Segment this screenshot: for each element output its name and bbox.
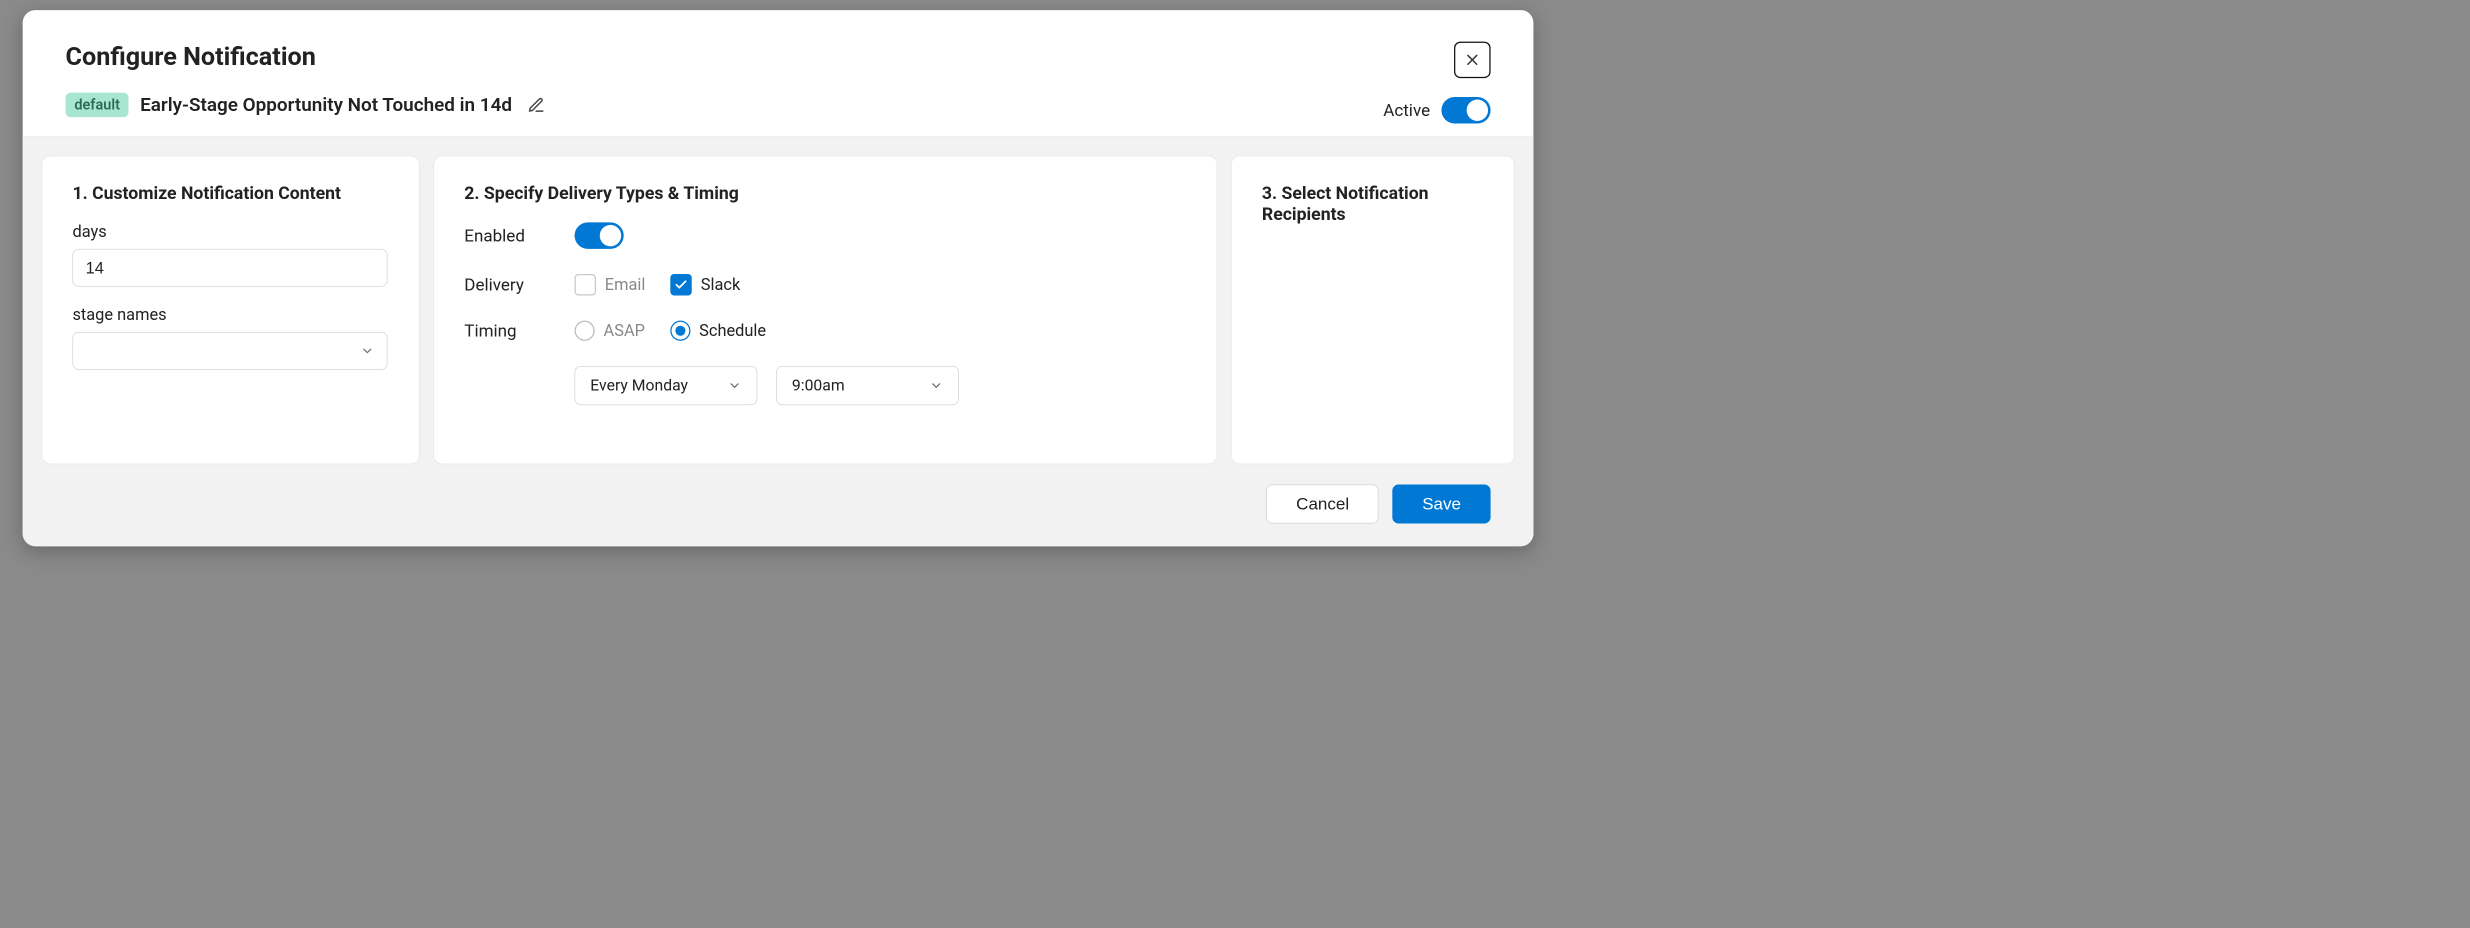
- check-icon: [674, 278, 688, 292]
- asap-label: ASAP: [604, 321, 645, 340]
- save-button[interactable]: Save: [1393, 484, 1491, 523]
- panel1-heading: 1. Customize Notification Content: [72, 183, 388, 204]
- modal-header: Configure Notification default Early-Sta…: [23, 10, 1534, 137]
- timing-asap-option[interactable]: ASAP: [575, 321, 645, 341]
- enabled-label: Enabled: [464, 226, 574, 246]
- enabled-row: Enabled: [464, 222, 1186, 248]
- modal-footer: Cancel Save: [1267, 484, 1491, 523]
- delivery-options: Email Slack: [575, 274, 741, 295]
- timing-schedule-option[interactable]: Schedule: [670, 321, 766, 341]
- timing-options: ASAP Schedule: [575, 321, 767, 341]
- stagenames-select[interactable]: [72, 332, 387, 370]
- active-label: Active: [1383, 100, 1430, 120]
- chevron-down-icon: [728, 379, 742, 393]
- notification-name: Early-Stage Opportunity Not Touched in 1…: [140, 94, 512, 116]
- panel-recipients: 3. Select Notification Recipients: [1231, 156, 1515, 465]
- delivery-email-option: Email: [575, 274, 646, 295]
- panel-customize-content: 1. Customize Notification Content days s…: [42, 156, 420, 465]
- schedule-dropdowns: Every Monday 9:00am: [575, 366, 1187, 405]
- schedule-day-value: Every Monday: [590, 376, 688, 394]
- pencil-icon[interactable]: [527, 96, 545, 114]
- schedule-day-dropdown[interactable]: Every Monday: [575, 366, 758, 405]
- delivery-slack-option: Slack: [671, 274, 741, 295]
- timing-label: Timing: [464, 321, 574, 341]
- close-button[interactable]: [1454, 42, 1491, 79]
- timing-row: Timing ASAP Schedule: [464, 321, 1186, 341]
- default-badge: default: [66, 93, 129, 118]
- email-checkbox[interactable]: [575, 274, 596, 295]
- schedule-time-dropdown[interactable]: 9:00am: [776, 366, 959, 405]
- cancel-button[interactable]: Cancel: [1267, 484, 1379, 523]
- chevron-down-icon: [929, 379, 943, 393]
- slack-label: Slack: [701, 275, 741, 294]
- configure-notification-modal: Configure Notification default Early-Sta…: [23, 10, 1534, 546]
- email-label: Email: [605, 275, 646, 294]
- schedule-label: Schedule: [699, 321, 766, 340]
- delivery-label: Delivery: [464, 275, 574, 295]
- schedule-time-value: 9:00am: [792, 376, 845, 394]
- panel3-heading: 3. Select Notification Recipients: [1262, 183, 1484, 225]
- schedule-radio: [670, 321, 690, 341]
- stagenames-label: stage names: [72, 306, 388, 325]
- asap-radio: [575, 321, 595, 341]
- chevron-down-icon: [360, 344, 374, 358]
- panel2-heading: 2. Specify Delivery Types & Timing: [464, 183, 1186, 204]
- days-label: days: [72, 222, 388, 241]
- active-row: Active: [1383, 97, 1490, 123]
- close-icon: [1463, 51, 1481, 69]
- title-row: default Early-Stage Opportunity Not Touc…: [66, 93, 1491, 118]
- panel-delivery-timing: 2. Specify Delivery Types & Timing Enabl…: [433, 156, 1217, 465]
- slack-checkbox[interactable]: [671, 274, 692, 295]
- days-input[interactable]: [72, 249, 387, 287]
- enabled-toggle[interactable]: [575, 222, 624, 248]
- active-toggle[interactable]: [1441, 97, 1490, 123]
- page-title: Configure Notification: [66, 42, 1491, 72]
- delivery-row: Delivery Email Slack: [464, 274, 1186, 295]
